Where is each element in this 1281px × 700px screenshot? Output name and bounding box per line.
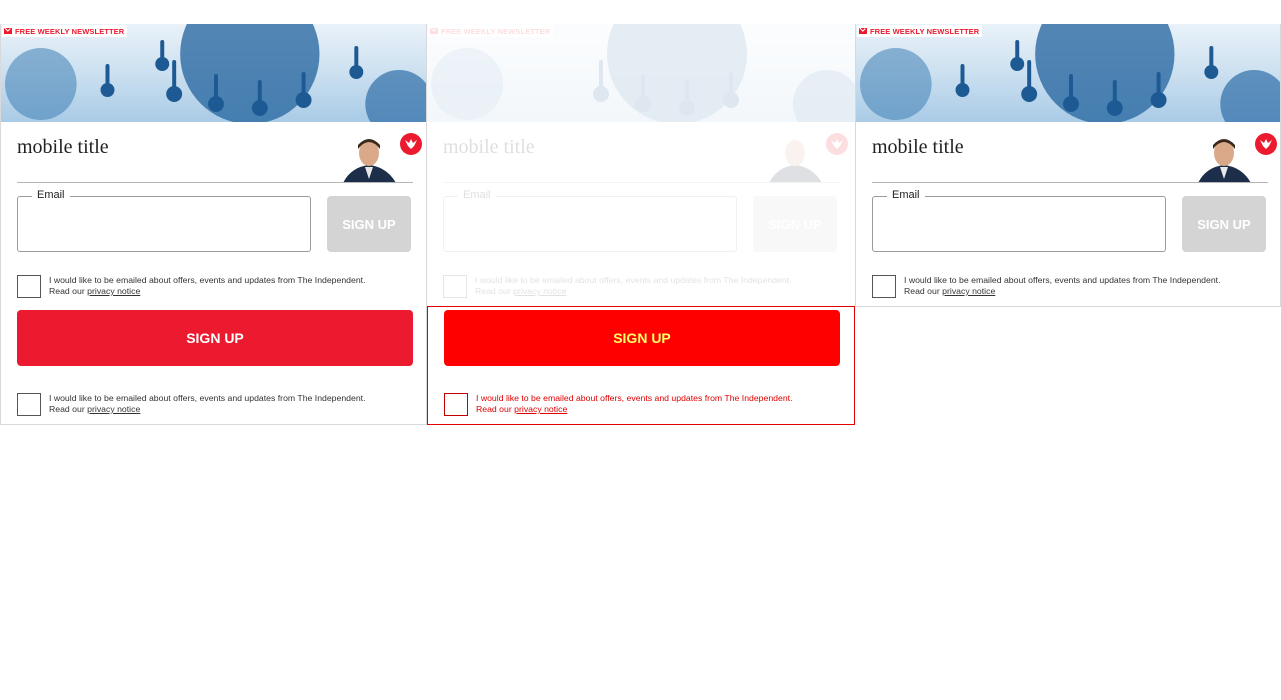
consent-checkbox[interactable] [17,275,41,298]
email-field[interactable]: Email [17,189,311,252]
independent-eagle-logo-icon-faded [826,133,848,155]
newsletter-badge-text-3: FREE WEEKLY NEWSLETTER [870,26,980,36]
read-our-label: Read our [49,286,85,296]
consent-checkbox-bottom[interactable] [17,393,41,416]
email-input[interactable] [28,215,298,237]
privacy-notice-link-faded[interactable]: privacy notice [513,286,566,296]
read-our-label-3: Read our [904,286,940,296]
diff-highlight-region: SIGN UP I would like to be emailed about… [427,306,855,425]
mail-icon-3 [859,28,867,34]
title-divider [17,182,413,183]
author-photo-faded [767,137,824,183]
newsletter-badge-3: FREE WEEKLY NEWSLETTER [857,25,983,37]
consent-label: I would like to be emailed about offers,… [49,275,366,285]
email-label-3: Email [887,189,925,201]
consent-text-bottom: I would like to be emailed about offers,… [49,393,411,415]
title-divider-faded [443,182,839,183]
newsletter-title-faded: mobile title [443,136,535,158]
newsletter-panel-3: FREE WEEKLY NEWSLETTER mobile title Emai… [855,24,1281,307]
newsletter-panel-diff: FREE WEEKLY NEWSLETTER mobile title Emai… [427,24,855,425]
email-label-faded: Email [458,189,496,201]
signup-button-small[interactable]: SIGN UP [327,196,411,252]
newsletter-badge-faded: FREE WEEKLY NEWSLETTER [428,25,554,37]
consent-text-faded: I would like to be emailed about offers,… [475,275,837,297]
virus-hero-image-faded: FREE WEEKLY NEWSLETTER [427,24,855,122]
consent-row: I would like to be emailed about offers,… [17,275,417,299]
title-divider-3 [872,182,1268,183]
privacy-notice-link-3[interactable]: privacy notice [942,286,995,296]
consent-text-3: I would like to be emailed about offers,… [904,275,1266,297]
email-label: Email [32,189,70,201]
consent-checkbox-highlight[interactable] [444,393,468,416]
consent-text-highlight: I would like to be emailed about offers,… [476,393,838,415]
privacy-notice-link-bottom[interactable]: privacy notice [87,404,140,414]
consent-label-bottom: I would like to be emailed about offers,… [49,393,366,403]
author-photo [341,137,398,183]
signup-button-large[interactable]: SIGN UP [17,310,413,366]
email-field-3[interactable]: Email [872,189,1166,252]
privacy-notice-link[interactable]: privacy notice [87,286,140,296]
virus-hero-image: FREE WEEKLY NEWSLETTER [1,24,426,122]
consent-checkbox-3[interactable] [872,275,896,298]
author-photo-3 [1196,137,1253,183]
consent-label-faded: I would like to be emailed about offers,… [475,275,792,285]
newsletter-badge-text-faded: FREE WEEKLY NEWSLETTER [441,26,551,36]
signup-button-large-highlight[interactable]: SIGN UP [444,310,840,366]
newsletter-title: mobile title [17,136,109,158]
read-our-label-faded: Read our [475,286,511,296]
signup-button-small-3[interactable]: SIGN UP [1182,196,1266,252]
read-our-label-highlight: Read our [476,404,512,414]
signup-button-small-faded[interactable]: SIGN UP [753,196,837,252]
consent-row-bottom: I would like to be emailed about offers,… [17,393,417,417]
email-field-faded[interactable]: Email [443,189,737,252]
consent-row-highlight: I would like to be emailed about offers,… [444,393,844,417]
consent-checkbox-faded[interactable] [443,275,467,298]
newsletter-title-3: mobile title [872,136,964,158]
read-our-label-bottom: Read our [49,404,85,414]
consent-row-faded: I would like to be emailed about offers,… [443,275,843,299]
independent-eagle-logo-icon-3 [1255,133,1277,155]
independent-eagle-logo-icon [400,133,422,155]
consent-label-highlight: I would like to be emailed about offers,… [476,393,793,403]
newsletter-badge-text: FREE WEEKLY NEWSLETTER [15,26,125,36]
faded-content: FREE WEEKLY NEWSLETTER mobile title Emai… [427,24,855,306]
email-input-3[interactable] [883,215,1153,237]
mail-icon [4,28,12,34]
newsletter-panel-1: FREE WEEKLY NEWSLETTER mobile title Emai… [0,24,427,425]
virus-hero-image-3: FREE WEEKLY NEWSLETTER [856,24,1280,122]
consent-label-3: I would like to be emailed about offers,… [904,275,1221,285]
consent-text: I would like to be emailed about offers,… [49,275,411,297]
newsletter-badge: FREE WEEKLY NEWSLETTER [2,25,128,37]
mail-icon-faded [430,28,438,34]
privacy-notice-link-highlight[interactable]: privacy notice [514,404,567,414]
consent-row-3: I would like to be emailed about offers,… [872,275,1272,299]
